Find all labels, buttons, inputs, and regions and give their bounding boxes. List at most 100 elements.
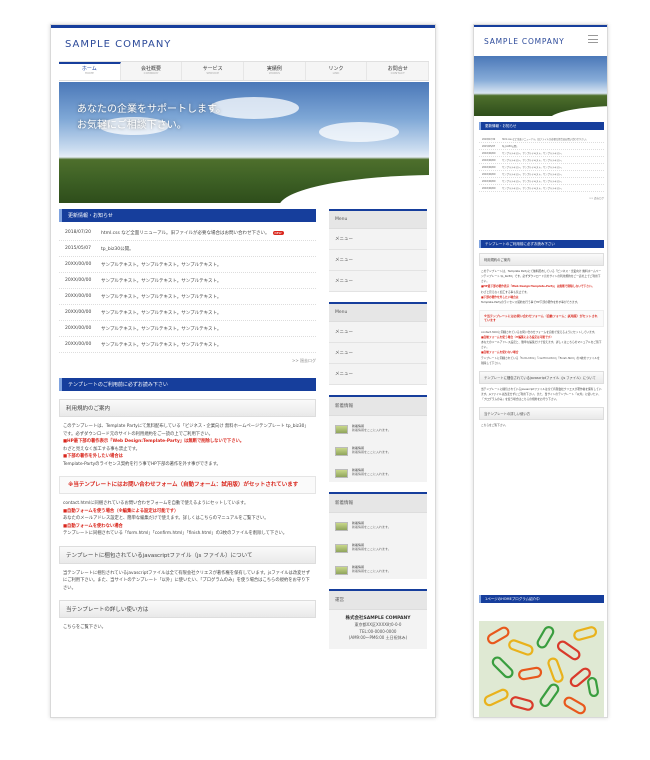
sidebar-company-title: 運営 <box>329 591 427 610</box>
news-item: 20XX/00/00 サンプルテキスト。サンプルテキスト。サンプルテキスト。 <box>479 171 604 178</box>
news-item: 20XX/00/00 サンプルテキスト。サンプルテキスト。サンプルテキスト。 <box>59 337 316 353</box>
news-item: 2015/05/07 tp_biz30公開。 <box>479 143 604 150</box>
form-notice: ※当テンプレートにはお問い合わせフォーム（自動フォーム：試用版）がセットされてい… <box>479 309 604 327</box>
usage-heading: 当テンプレートの詳しい使い方は <box>59 600 316 619</box>
terms-body: このテンプレートは、Template Partyにて無料配布している「ビジネス・… <box>481 269 602 304</box>
sidebar-menu-item[interactable]: メニュー <box>329 322 427 343</box>
sidebar-menu-2: Menu メニュー メニュー メニュー <box>329 302 427 385</box>
js-heading: テンプレートに梱包されているjavascriptファイル（js ファイル）につい… <box>59 545 316 564</box>
banner-thumbnail <box>335 521 348 531</box>
hero-catchcopy: あなたの企業をサポートします。 お気軽にご相談下さい。 <box>77 102 226 133</box>
nav-works[interactable]: 実績例 WORKS <box>244 62 306 80</box>
nav-home[interactable]: ホーム HOME <box>59 62 121 80</box>
sidebar-banners-1: 新着情報 新着情報 新着情報をここに入れます。 新着情報 新着情報をここに入れます。… <box>329 395 427 482</box>
form-body: contact.htmlに同梱されているお問い合わせフォームを自動で使えるように… <box>481 329 602 365</box>
hero-line-1: あなたの企業をサポートします。 <box>77 104 226 115</box>
news-item: 20XX/00/00 サンプルテキスト。サンプルテキスト。サンプルテキスト。 <box>59 257 316 273</box>
site-logo[interactable]: SAMPLE COMPANY <box>65 39 171 50</box>
news-heading: 更新情報・お知らせ <box>59 209 316 222</box>
terms-body: このテンプレートは、Template Partyにて無料配布している「ビジネス・… <box>63 424 309 467</box>
sidebar-menu-item[interactable]: メニュー <box>329 250 427 271</box>
nav-service[interactable]: サービス SERVICE <box>182 62 245 80</box>
template-heading: テンプレートのご利用前に必ずお読み下さい <box>59 378 316 391</box>
news-item: 20XX/00/00 サンプルテキスト。サンプルテキスト。サンプルテキスト。 <box>59 321 316 337</box>
template-heading: テンプレートのご利用前に必ずお読み下さい <box>479 240 604 248</box>
js-body: 当テンプレートに梱包されているjavascriptファイルは全て有限会社クリエス… <box>481 386 602 401</box>
usage-body[interactable]: こちらをご覧下さい。 <box>59 618 316 632</box>
site-logo[interactable]: SAMPLE COMPANY <box>484 37 565 46</box>
mobile-template-section: テンプレートのご利用前に必ずお読み下さい 利用規約のご案内 このテンプレートは、… <box>479 240 604 428</box>
news-item: 2018/07/20 html.css など全面リニューアル。旧ファイルが必要な場… <box>479 136 604 143</box>
main-nav: ホーム HOME 会社概要 COMPANY サービス SERVICE 実績例 WORKS… <box>59 61 430 81</box>
banner-thumbnail <box>335 543 348 553</box>
hero-line-2: お気軽にご相談下さい。 <box>77 119 187 131</box>
banner-item[interactable]: 新着情報 新着情報をここに入れます。 <box>335 464 421 482</box>
top-accent-bar <box>474 25 607 27</box>
terms-heading: 利用規約のご案内 <box>59 399 316 417</box>
hamburger-menu-icon[interactable] <box>588 35 598 43</box>
news-item: 20XX/00/00 サンプルテキスト。サンプルテキスト。サンプルテキスト。 <box>59 273 316 289</box>
news-item: 20XX/00/00 サンプルテキスト。サンプルテキスト。サンプルテキスト。 <box>479 150 604 157</box>
news-item: 2018/07/20 html.css など全面リニューアル。旧ファイルが必要な場… <box>59 225 316 241</box>
banner-item[interactable]: 新着情報 新着情報をここに入れます。 <box>335 539 421 557</box>
news-item: 20XX/00/00 サンプルテキスト。サンプルテキスト。サンプルテキスト。 <box>479 178 604 185</box>
sidebar-menu-item[interactable]: メニュー <box>329 271 427 292</box>
paperclips-illustration <box>483 626 599 715</box>
new-badge: NEW <box>272 230 284 235</box>
sidebar-menu-item[interactable]: メニュー <box>329 343 427 364</box>
sidebar-menu-title: Menu <box>329 211 427 229</box>
hero-image: あなたの企業をサポートします。 お気軽にご相談下さい。 <box>59 82 429 203</box>
news-item: 20XX/00/00 サンプルテキスト。サンプルテキスト。サンプルテキスト。 <box>479 157 604 164</box>
sidebar-banner-title: 新着情報 <box>329 397 427 416</box>
banner-thumbnail <box>335 565 348 575</box>
news-item: 2015/05/07 tp_biz30公開。 <box>59 241 316 257</box>
nav-contact[interactable]: お問合せ CONTACT <box>367 62 430 80</box>
mobile-plugin-section: 1ページのHOMEプログラム紹介中 <box>479 595 604 603</box>
mobile-news: 更新情報・お知らせ 2018/07/20 html.css など全面リニューアル。… <box>479 122 604 200</box>
plugin-heading: 1ページのHOMEプログラム紹介中 <box>479 595 604 603</box>
sidebar-menu-1: Menu メニュー メニュー メニュー <box>329 209 427 292</box>
banner-thumbnail <box>335 446 348 456</box>
news-more-link[interactable]: >> 過去ログ <box>479 196 604 200</box>
news-item: 20XX/00/00 サンプルテキスト。サンプルテキスト。サンプルテキスト。 <box>59 305 316 321</box>
top-accent-bar <box>51 25 435 28</box>
company-info: 株式会社SAMPLE COMPANY 東京都XX区XXXX町0-0-0 TEL:… <box>345 616 411 640</box>
main-column: 更新情報・お知らせ 2018/07/20 html.css など全面リニューアル。… <box>59 209 316 632</box>
form-notice: ※当テンプレートにはお問い合わせフォーム（自動フォーム：試用版）がセットされてい… <box>59 476 316 495</box>
paperclips-photo <box>479 621 604 717</box>
banner-thumbnail <box>335 468 348 478</box>
terms-heading: 利用規約のご案内 <box>479 253 604 266</box>
sidebar-menu-item[interactable]: メニュー <box>329 229 427 250</box>
sidebar-banner-title: 新着情報 <box>329 494 427 513</box>
banner-item[interactable]: 新着情報 新着情報をここに入れます。 <box>335 561 421 579</box>
sidebar-menu-title: Menu <box>329 304 427 322</box>
form-body: contact.htmlに同梱されているお問い合わせフォームを自動で使えるように… <box>63 501 288 537</box>
sidebar: Menu メニュー メニュー メニュー Menu メニュー メニュー メニュー … <box>329 209 427 659</box>
news-item: 20XX/00/00 サンプルテキスト。サンプルテキスト。サンプルテキスト。 <box>479 164 604 171</box>
hero-swoosh <box>549 106 607 120</box>
banner-item[interactable]: 新着情報 新着情報をここに入れます。 <box>335 420 421 438</box>
nav-company[interactable]: 会社概要 COMPANY <box>121 62 183 80</box>
hero-swoosh <box>279 175 429 203</box>
sidebar-banners-2: 新着情報 新着情報 新着情報をここに入れます。 新着情報 新着情報をここに入れます。… <box>329 492 427 579</box>
hero-image <box>474 56 607 120</box>
js-heading: テンプレートに梱包されているjavascriptファイル（js ファイル）につい… <box>479 370 604 384</box>
js-body: 当テンプレートに梱包されているjavascriptファイルは全て有限会社クリエス… <box>63 570 311 591</box>
sidebar-company: 運営 株式会社SAMPLE COMPANY 東京都XX区XXXX町0-0-0 T… <box>329 589 427 650</box>
news-list: 2018/07/20 html.css など全面リニューアル。旧ファイルが必要な場… <box>59 225 316 353</box>
sidebar-menu-item[interactable]: メニュー <box>329 364 427 385</box>
banner-item[interactable]: 新着情報 新着情報をここに入れます。 <box>335 442 421 460</box>
news-item: 20XX/00/00 サンプルテキスト。サンプルテキスト。サンプルテキスト。 <box>59 289 316 305</box>
usage-heading: 当テンプレートの詳しい使い方 <box>479 407 604 421</box>
mobile-preview: SAMPLE COMPANY 更新情報・お知らせ 2018/07/20 html.… <box>473 24 608 718</box>
news-more-link[interactable]: >> 過去ログ <box>59 358 316 364</box>
cloud-shape <box>319 122 399 142</box>
usage-body[interactable]: こちらをご覧下さい。 <box>479 420 604 428</box>
banner-thumbnail <box>335 424 348 434</box>
news-heading: 更新情報・お知らせ <box>479 122 604 130</box>
desktop-preview: SAMPLE COMPANY ホーム HOME 会社概要 COMPANY サービス S… <box>50 24 436 718</box>
page: SAMPLE COMPANY ホーム HOME 会社概要 COMPANY サービス S… <box>0 0 650 760</box>
banner-item[interactable]: 新着情報 新着情報をここに入れます。 <box>335 517 421 535</box>
news-item: 20XX/00/00 サンプルテキスト。サンプルテキスト。サンプルテキスト。 <box>479 185 604 192</box>
nav-link[interactable]: リンク LINK <box>306 62 368 80</box>
